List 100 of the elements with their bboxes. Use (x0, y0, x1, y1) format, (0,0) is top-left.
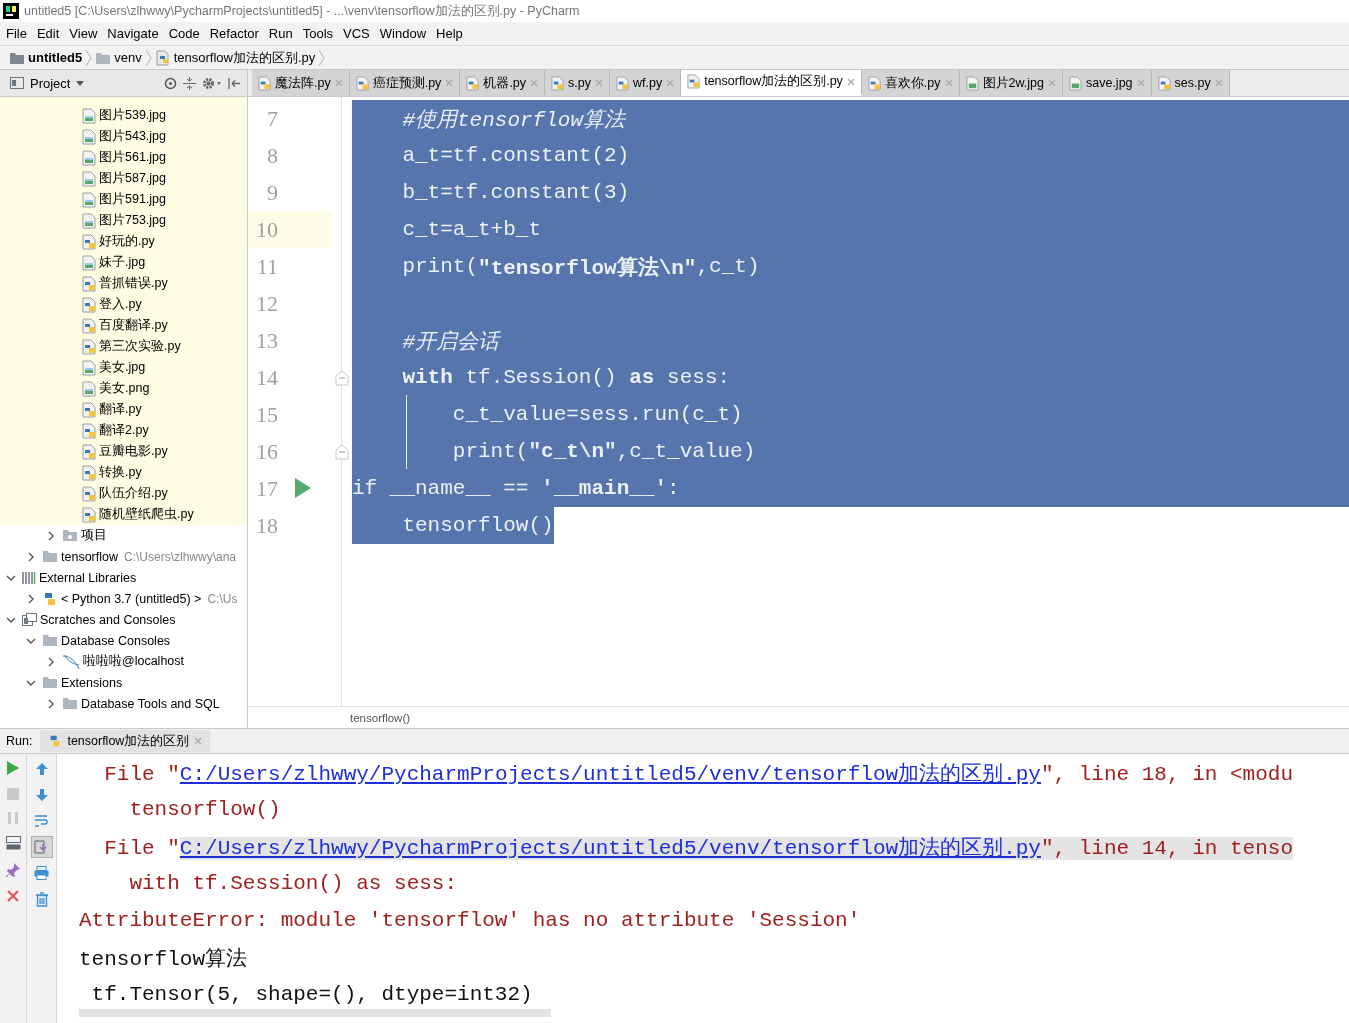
tree-item[interactable]: < Python 3.7 (untitled5) > (61, 591, 202, 606)
line-number: 11 (255, 253, 278, 280)
collapse-all-icon[interactable] (183, 76, 196, 90)
close-icon[interactable] (1136, 79, 1145, 87)
breadcrumb-item[interactable]: venv (114, 50, 142, 65)
tree-item[interactable]: Database Consoles (61, 633, 171, 648)
menu-item[interactable]: File (0, 26, 31, 41)
scratches-icon (22, 613, 37, 626)
editor-tab[interactable]: wf.py (610, 70, 682, 96)
editor-tab[interactable]: 癌症预测.py (349, 70, 461, 96)
line-number: 13 (255, 327, 278, 354)
editor-tab[interactable]: save.jpg (1063, 70, 1152, 96)
fold-marker-icon[interactable] (335, 443, 349, 460)
menu-item[interactable]: Tools (296, 26, 338, 41)
menu-item[interactable]: Run (262, 26, 297, 41)
editor-tab[interactable]: 图片2w.jpg (959, 70, 1063, 96)
dropdown-caret-icon[interactable] (76, 80, 85, 86)
python-file-icon (616, 75, 629, 91)
python-file-icon (466, 75, 480, 91)
code-line: c_t=a_t+b_t (401, 217, 542, 243)
scroll-to-end-icon[interactable] (30, 836, 53, 858)
editor-tab[interactable]: 机器.py (460, 70, 546, 96)
horizontal-scrollbar[interactable] (79, 1009, 551, 1017)
close-icon[interactable] (194, 737, 203, 745)
tree-item[interactable]: 登入.py (99, 296, 142, 313)
code-breadcrumb[interactable]: tensorflow() (350, 711, 411, 724)
panel-title[interactable]: Project (30, 75, 71, 91)
line-number: 14 (255, 364, 278, 391)
tree-item[interactable]: 美女.jpg (99, 359, 146, 376)
image-file-icon (82, 380, 96, 397)
console-line: AttributeError: module 'tensorflow' has no attribute 'Session' (79, 909, 861, 932)
tree-item[interactable]: Scratches and Consoles (40, 612, 176, 627)
line-number: 18 (255, 512, 278, 539)
tree-item[interactable]: 翻译.py (99, 401, 142, 418)
tree-item[interactable]: External Libraries (39, 570, 137, 585)
menu-item[interactable]: View (63, 26, 102, 41)
python-file-icon (551, 75, 565, 91)
editor-tab[interactable]: ses.py (1151, 70, 1230, 96)
breadcrumb-item[interactable]: tensorflow加法的区别.py (173, 48, 316, 67)
close-icon[interactable] (7, 890, 19, 902)
tree-item[interactable]: 啦啦啦@localhost (83, 653, 185, 670)
tree-item[interactable]: 翻译2.py (99, 422, 149, 439)
menu-item[interactable]: Help (430, 26, 467, 41)
tree-item[interactable]: tensorflow (61, 549, 118, 564)
python-icon (42, 590, 58, 607)
menu-item[interactable]: Code (162, 26, 204, 41)
close-icon[interactable] (334, 79, 343, 87)
image-file-icon (82, 170, 96, 187)
python-file-icon (154, 49, 171, 66)
tree-item[interactable]: 转换.py (99, 464, 142, 481)
folder-icon (95, 50, 112, 65)
line-number: 17 (255, 475, 278, 502)
tree-item-path: C:\Users\zlhwwy\ana (124, 549, 236, 564)
close-icon[interactable] (1214, 79, 1223, 87)
chevron-icon (318, 48, 326, 67)
tree-item[interactable]: 妹子.jpg (99, 254, 146, 271)
run-icon[interactable] (295, 478, 311, 498)
pin-icon[interactable] (5, 862, 21, 878)
tree-item[interactable]: 项目 (81, 527, 107, 544)
line-number: 15 (255, 401, 278, 428)
run-tab[interactable]: tensorflow加法的区别 (40, 730, 211, 752)
locate-icon[interactable] (164, 76, 177, 90)
console-line: with tf.Session() as sess: (128, 872, 458, 895)
settings-icon[interactable] (202, 76, 222, 90)
menu-item[interactable]: Window (373, 26, 431, 41)
editor-tab[interactable]: tensorflow加法的区别.py (681, 70, 862, 96)
breadcrumb-item[interactable]: untitled5 (28, 50, 83, 65)
code-line: #开启会话 (401, 329, 499, 356)
hide-panel-icon[interactable] (228, 76, 241, 90)
close-icon[interactable] (944, 79, 953, 87)
close-icon[interactable] (530, 79, 539, 87)
close-icon[interactable] (445, 79, 454, 87)
editor-tab[interactable]: s.py (545, 70, 610, 96)
menu-item[interactable]: Edit (30, 26, 64, 41)
close-icon[interactable] (846, 77, 855, 86)
tree-item[interactable]: Database Tools and SQL (81, 696, 220, 711)
python-file-icon (82, 317, 96, 334)
close-icon[interactable] (1048, 79, 1056, 87)
close-icon[interactable] (666, 79, 675, 87)
python-file-icon (82, 464, 96, 481)
layout-icon[interactable] (5, 836, 21, 850)
menu-item[interactable]: Refactor (203, 26, 263, 41)
image-file-icon (965, 75, 979, 91)
tree-item[interactable]: Extensions (61, 675, 123, 690)
editor-tab[interactable]: 魔法阵.py (252, 70, 350, 96)
tree-item[interactable]: 美女.png (99, 380, 150, 397)
editor-tab[interactable]: 喜欢你.py (861, 70, 960, 96)
menu-item[interactable]: Navigate (101, 26, 163, 41)
python-file-icon (82, 422, 96, 439)
python-file-icon (82, 506, 96, 523)
tree-item[interactable]: 好玩的.py (99, 233, 155, 250)
run-icon[interactable] (6, 760, 20, 776)
python-file-icon (82, 485, 96, 502)
close-icon[interactable] (595, 79, 603, 87)
menu-item[interactable]: VCS (337, 26, 374, 41)
code-line: print("c_t\n",c_t_value) (451, 439, 756, 465)
line-number: 8 (266, 142, 278, 169)
python-file-icon (1157, 75, 1171, 91)
fold-marker-icon[interactable] (335, 369, 349, 386)
folder-icon (62, 529, 78, 542)
